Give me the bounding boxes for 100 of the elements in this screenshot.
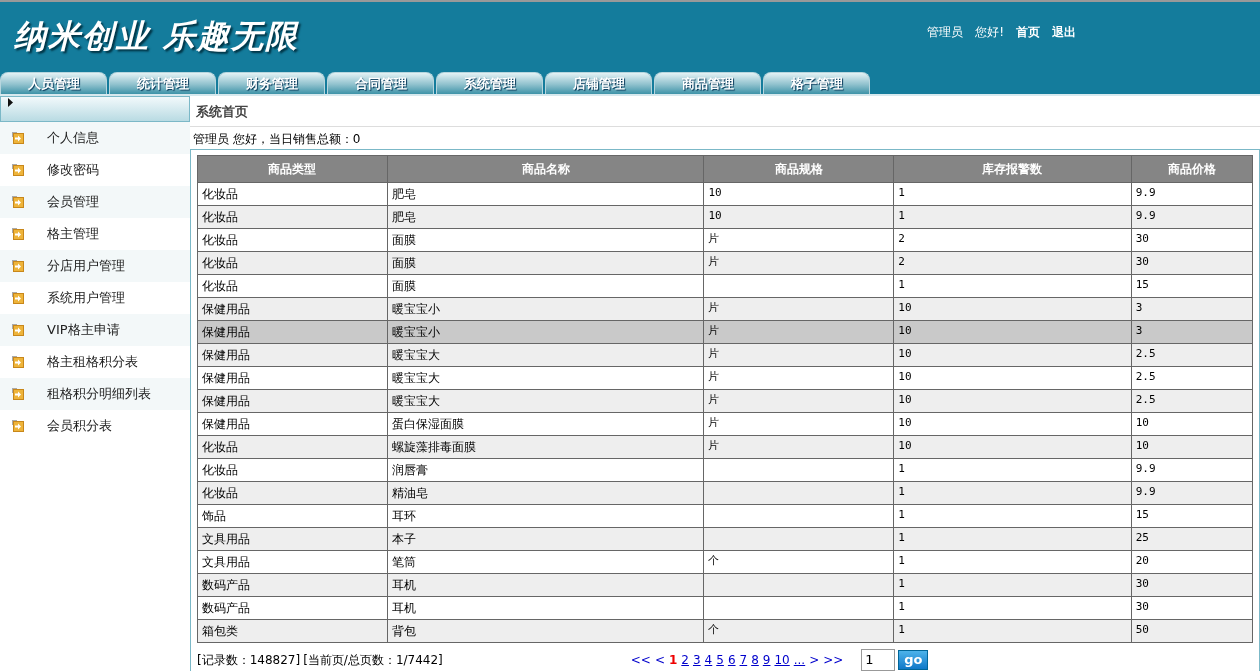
table-cell: 9.9 — [1131, 458, 1253, 481]
table-cell: 1 — [893, 550, 1132, 573]
page-link[interactable]: >> — [823, 650, 844, 669]
table-cell: 2.5 — [1131, 343, 1253, 366]
table-cell: 化妆品 — [197, 182, 388, 205]
page-link[interactable]: 2 — [681, 650, 689, 669]
table-cell: 20 — [1131, 550, 1253, 573]
sidebar-item[interactable]: 个人信息 — [0, 122, 190, 154]
table-cell: 15 — [1131, 274, 1253, 297]
table-cell: 化妆品 — [197, 435, 388, 458]
table-cell: 个 — [703, 550, 894, 573]
sidebar-item[interactable]: 分店用户管理 — [0, 250, 190, 282]
table-cell: 背包 — [387, 619, 704, 642]
page-count: [当前页/总页数：1/7442] — [303, 651, 443, 669]
table-cell: 1 — [893, 481, 1132, 504]
table-cell: 10 — [893, 343, 1132, 366]
table-cell: 10 — [893, 366, 1132, 389]
table-cell: 笔筒 — [387, 550, 704, 573]
site-logo: 纳米创业 乐趣无限 — [14, 16, 300, 57]
table-cell: 暖宝宝小 — [387, 297, 704, 320]
header-link[interactable]: 退出 — [1052, 23, 1076, 41]
page-input[interactable]: 1 — [861, 648, 896, 671]
page-link[interactable]: 5 — [716, 650, 724, 669]
table-cell: 润唇膏 — [387, 458, 704, 481]
table-cell: 保健用品 — [197, 412, 388, 435]
column-header: 库存报警数 — [893, 155, 1132, 182]
table-cell: 化妆品 — [197, 458, 388, 481]
page-link[interactable]: > — [809, 650, 820, 669]
page-link[interactable]: 6 — [727, 650, 736, 669]
table-cell: 10 — [893, 412, 1132, 435]
page-title: 系统首页 — [190, 96, 1260, 127]
table-cell: 面膜 — [387, 228, 704, 251]
page-link[interactable]: 3 — [692, 650, 701, 669]
table-cell: 保健用品 — [197, 320, 388, 343]
table-cell: 文具用品 — [197, 527, 388, 550]
sidebar-item[interactable]: 修改密码 — [0, 154, 190, 186]
table-cell: 化妆品 — [197, 251, 388, 274]
table-cell: 9.9 — [1131, 481, 1253, 504]
page-link[interactable]: 7 — [739, 650, 748, 669]
sidebar-item[interactable]: 租格积分明细列表 — [0, 378, 190, 410]
sidebar-item[interactable]: 格主管理 — [0, 218, 190, 250]
page-link[interactable]: << — [630, 650, 651, 669]
arrow-icon — [12, 260, 24, 272]
arrow-icon — [12, 228, 24, 240]
table-cell: 耳机 — [387, 596, 704, 619]
table-cell: 1 — [893, 205, 1132, 228]
page-link[interactable]: 8 — [751, 650, 759, 669]
page-link[interactable]: 9 — [762, 650, 771, 669]
page-link[interactable]: 10 — [774, 650, 790, 669]
table-cell: 保健用品 — [197, 343, 388, 366]
sidebar-item[interactable]: 格主租格积分表 — [0, 346, 190, 378]
table-cell: 30 — [1131, 596, 1253, 619]
table-cell: 1 — [893, 619, 1132, 642]
table-cell: 数码产品 — [197, 573, 388, 596]
table-cell: 50 — [1131, 619, 1253, 642]
arrow-icon — [12, 164, 24, 176]
header-link[interactable]: 首页 — [1016, 23, 1040, 41]
arrow-icon — [12, 196, 24, 208]
table-cell: 30 — [1131, 573, 1253, 596]
table-cell: 3 — [1131, 297, 1253, 320]
table-cell: 15 — [1131, 504, 1253, 527]
table-cell: 10 — [1131, 412, 1253, 435]
sidebar-item[interactable]: 会员积分表 — [0, 410, 190, 442]
table-cell: 化妆品 — [197, 274, 388, 297]
sales-summary: 管理员 您好，当日销售总额：0 — [192, 130, 362, 148]
page-link[interactable]: < — [654, 650, 665, 669]
table-cell: 暖宝宝大 — [387, 343, 704, 366]
table-cell: 蛋白保湿面膜 — [387, 412, 704, 435]
triangle-icon[interactable] — [8, 98, 13, 107]
table-cell: 1 — [893, 573, 1132, 596]
table-cell: 文具用品 — [197, 550, 388, 573]
sidebar-item[interactable]: 会员管理 — [0, 186, 190, 218]
user-name: 管理员 — [927, 24, 964, 41]
table-cell: 30 — [1131, 251, 1253, 274]
arrow-icon — [12, 388, 24, 400]
page-link[interactable]: ... — [793, 650, 806, 669]
column-header: 商品价格 — [1131, 155, 1253, 182]
table-cell: 片 — [703, 389, 894, 412]
page-link[interactable]: 1 — [668, 650, 678, 669]
table-cell: 1 — [893, 458, 1132, 481]
greeting-text: 您好! — [975, 24, 1004, 41]
table-cell: 10 — [1131, 435, 1253, 458]
table-cell: 30 — [1131, 228, 1253, 251]
sidebar-item[interactable]: 系统用户管理 — [0, 282, 190, 314]
table-cell: 化妆品 — [197, 205, 388, 228]
table-cell: 片 — [703, 320, 894, 343]
table-cell: 螺旋藻排毒面膜 — [387, 435, 704, 458]
table-cell: 精油皂 — [387, 481, 704, 504]
page-link[interactable]: 4 — [704, 650, 713, 669]
sidebar-item[interactable]: VIP格主申请 — [0, 314, 190, 346]
table-cell: 化妆品 — [197, 481, 388, 504]
table-cell: 片 — [703, 435, 894, 458]
table-cell: 10 — [703, 182, 894, 205]
table-cell: 保健用品 — [197, 297, 388, 320]
table-cell: 饰品 — [197, 504, 388, 527]
table-cell: 片 — [703, 412, 894, 435]
table-cell: 片 — [703, 366, 894, 389]
table-cell: 10 — [893, 435, 1132, 458]
table-cell: 1 — [893, 274, 1132, 297]
table-cell: 化妆品 — [197, 228, 388, 251]
